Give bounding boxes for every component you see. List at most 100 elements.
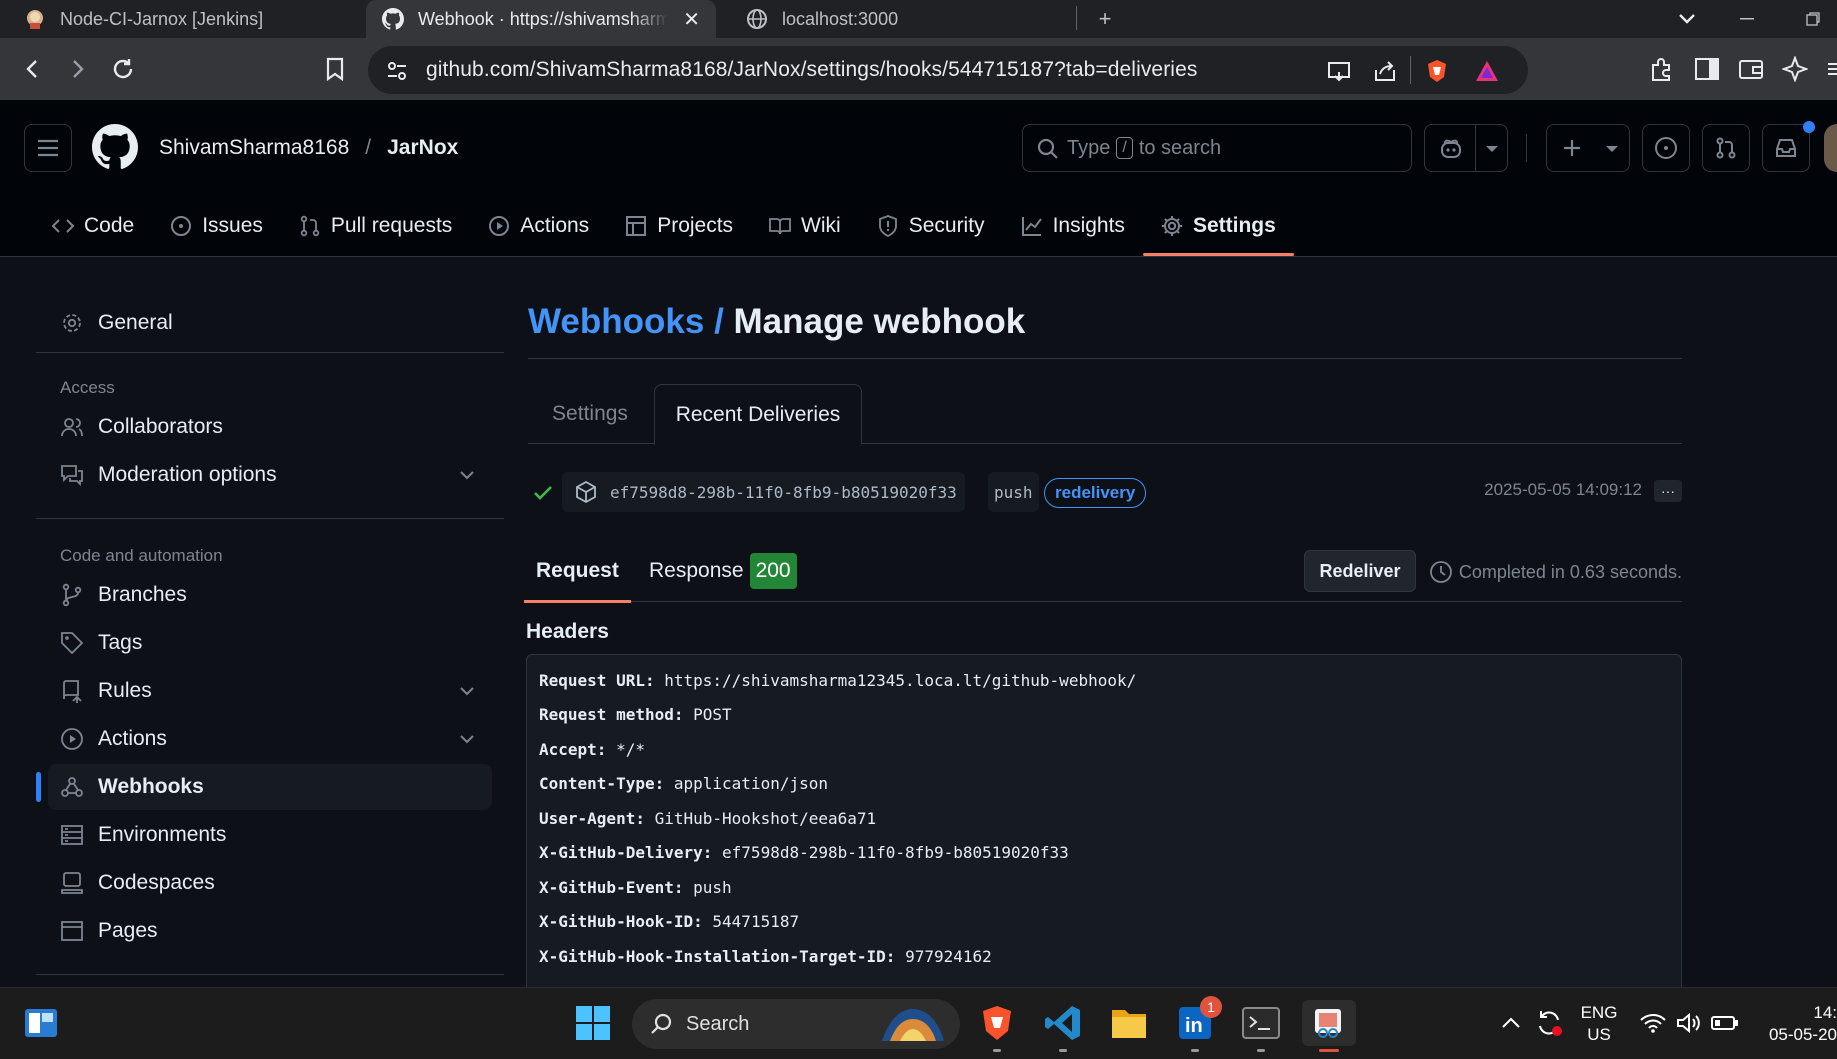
brave-shields-icon[interactable] bbox=[1424, 58, 1450, 84]
copilot-dropdown-icon[interactable] bbox=[1485, 145, 1499, 153]
volume-icon[interactable] bbox=[1672, 1000, 1706, 1046]
tab-pull-requests[interactable]: Pull requests bbox=[281, 200, 470, 252]
sidebar-item-label: Tags bbox=[98, 631, 143, 654]
sidebar-item-branches[interactable]: Branches bbox=[48, 572, 492, 618]
sidebar-item-pages[interactable]: Pages bbox=[48, 908, 492, 954]
sidebar-item-general[interactable]: General bbox=[48, 300, 492, 346]
tab-label: Actions bbox=[520, 214, 590, 237]
forward-icon[interactable] bbox=[58, 50, 96, 88]
header-line: X-GitHub-Hook-Installation-Target-ID: 97… bbox=[539, 947, 992, 966]
sidebar-item-tags[interactable]: Tags bbox=[48, 620, 492, 666]
tab-recent-deliveries[interactable]: Recent Deliveries bbox=[654, 384, 862, 445]
browser-tab-webhook[interactable]: Webhook · https://shivamsharm ✕ bbox=[366, 0, 716, 38]
sidebar-item-label: Branches bbox=[98, 583, 187, 606]
menu-icon[interactable] bbox=[1818, 50, 1837, 88]
delivery-guid-text: ef7598d8-298b-11f0-8fb9-b80519020f33 bbox=[610, 482, 957, 502]
github-logo-icon[interactable] bbox=[92, 124, 138, 170]
tab-response[interactable]: Response 200 bbox=[649, 540, 797, 602]
file-explorer-icon[interactable] bbox=[1106, 1000, 1152, 1046]
snipping-tool-taskbar-icon[interactable] bbox=[1302, 1000, 1356, 1052]
hamburger-menu-button[interactable] bbox=[24, 124, 72, 172]
close-tab-icon[interactable]: ✕ bbox=[683, 7, 700, 32]
tab-webhook-settings[interactable]: Settings bbox=[528, 384, 652, 444]
browser-toolbar: github.com/ShivamSharma8168/JarNox/setti… bbox=[0, 38, 1837, 100]
tab-separator bbox=[1076, 6, 1077, 30]
share-icon[interactable] bbox=[1372, 58, 1398, 84]
tab-settings[interactable]: Settings bbox=[1142, 200, 1294, 256]
issues-button[interactable] bbox=[1642, 124, 1690, 172]
browser-tab-title: Webhook · https://shivamsharm bbox=[418, 8, 668, 29]
wallet-icon[interactable] bbox=[1732, 50, 1770, 88]
chevron-down-icon bbox=[460, 687, 474, 696]
new-tab-plus-icon[interactable]: + bbox=[1090, 0, 1120, 38]
sidebar-item-collaborators[interactable]: Collaborators bbox=[48, 404, 492, 450]
inbox-button[interactable] bbox=[1762, 121, 1815, 172]
tab-label: Wiki bbox=[801, 214, 841, 237]
widgets-icon[interactable] bbox=[18, 1000, 64, 1046]
sidebar-item-webhooks[interactable]: Webhooks bbox=[36, 764, 492, 810]
tab-code[interactable]: Code bbox=[34, 200, 152, 252]
address-bar[interactable]: github.com/ShivamSharma8168/JarNox/setti… bbox=[368, 46, 1528, 94]
sidebar-item-moderation[interactable]: Moderation options bbox=[48, 452, 492, 498]
site-settings-icon[interactable] bbox=[384, 58, 410, 84]
tab-request[interactable]: Request bbox=[524, 540, 631, 603]
tab-projects[interactable]: Projects bbox=[607, 200, 751, 252]
brave-taskbar-icon[interactable] bbox=[974, 1000, 1020, 1052]
pull-requests-button[interactable] bbox=[1702, 124, 1750, 172]
show-hidden-icons-chevron-icon[interactable] bbox=[1496, 1000, 1526, 1046]
search-highlight-icon bbox=[882, 1009, 944, 1041]
brave-rewards-icon[interactable] bbox=[1474, 58, 1500, 84]
globe-icon bbox=[747, 9, 767, 29]
extensions-icon[interactable] bbox=[1642, 50, 1680, 88]
sidebar-item-label: Moderation options bbox=[98, 463, 277, 486]
tab-label: Security bbox=[908, 214, 985, 237]
browser-tab-localhost[interactable]: localhost:3000 bbox=[730, 0, 1070, 38]
avatar[interactable] bbox=[1824, 124, 1837, 172]
header-line: Request URL: https://shivamsharma12345.l… bbox=[539, 671, 1137, 690]
restore-window-icon[interactable] bbox=[1796, 0, 1830, 38]
tab-issues[interactable]: Issues bbox=[152, 200, 281, 252]
repo-owner-link[interactable]: ShivamSharma8168 bbox=[159, 136, 349, 160]
language-indicator[interactable]: ENG US bbox=[1576, 1002, 1622, 1046]
delivery-row[interactable]: ef7598d8-298b-11f0-8fb9-b80519020f33 pus… bbox=[526, 472, 1682, 512]
cast-icon[interactable] bbox=[1326, 58, 1352, 84]
tab-label: Pull requests bbox=[330, 214, 453, 237]
sidebar-item-actions[interactable]: Actions bbox=[48, 716, 492, 762]
breadcrumb-webhooks-link[interactable]: Webhooks bbox=[528, 302, 704, 341]
sidebar-item-environments[interactable]: Environments bbox=[48, 812, 492, 858]
minimize-window-icon[interactable] bbox=[1730, 0, 1764, 38]
sidebar-item-rules[interactable]: Rules bbox=[48, 668, 492, 714]
create-new-button[interactable] bbox=[1546, 124, 1630, 172]
tab-search-chevron-icon[interactable] bbox=[1670, 0, 1704, 38]
terminal-taskbar-icon[interactable] bbox=[1238, 1000, 1284, 1052]
jenkins-favicon-icon bbox=[27, 10, 43, 29]
clock[interactable]: 14: 05-05-20 bbox=[1756, 1002, 1837, 1046]
sidebar-heading-access: Access bbox=[60, 378, 115, 397]
sync-icon[interactable] bbox=[1530, 1000, 1568, 1046]
copilot-button[interactable] bbox=[1424, 124, 1508, 172]
tab-wiki[interactable]: Wiki bbox=[751, 200, 859, 252]
reload-icon[interactable] bbox=[104, 50, 142, 88]
sidebar-item-codespaces[interactable]: Codespaces bbox=[48, 860, 492, 906]
back-icon[interactable] bbox=[14, 50, 52, 88]
tab-label: Code bbox=[84, 214, 135, 237]
tab-actions[interactable]: Actions bbox=[470, 200, 607, 252]
tab-security[interactable]: Security bbox=[859, 200, 1003, 252]
delivery-more-button[interactable]: ··· bbox=[1654, 480, 1682, 502]
battery-icon[interactable] bbox=[1708, 1000, 1742, 1046]
leo-ai-icon[interactable] bbox=[1776, 50, 1814, 88]
sidebar-toggle-icon[interactable] bbox=[1688, 50, 1726, 88]
taskbar-search-input[interactable]: Search bbox=[632, 999, 960, 1049]
start-icon[interactable] bbox=[570, 1000, 616, 1046]
tab-insights[interactable]: Insights bbox=[1003, 200, 1143, 252]
search-input[interactable]: Type / to search bbox=[1022, 124, 1412, 172]
linkedin-taskbar-icon[interactable]: in 1 bbox=[1172, 996, 1222, 1052]
sidebar-divider bbox=[36, 518, 504, 519]
wifi-icon[interactable] bbox=[1636, 1000, 1670, 1046]
redeliver-button[interactable]: Redeliver bbox=[1304, 550, 1416, 592]
browser-tab-jenkins[interactable]: Node-CI-Jarnox [Jenkins] bbox=[8, 0, 348, 38]
vscode-taskbar-icon[interactable] bbox=[1040, 1000, 1086, 1052]
repo-name-link[interactable]: JarNox bbox=[387, 136, 458, 160]
bookmark-icon[interactable] bbox=[316, 50, 354, 88]
headers-panel: Request URL: https://shivamsharma12345.l… bbox=[526, 654, 1682, 994]
